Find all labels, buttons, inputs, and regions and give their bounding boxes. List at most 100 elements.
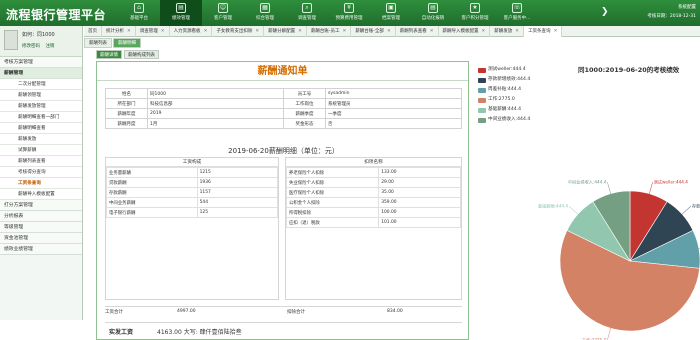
menu-item-score-query[interactable]: 考核得分查询: [0, 167, 82, 178]
tab-import-template[interactable]: 薪酬导入模板配置 ✕: [439, 26, 491, 37]
menu-group-salary[interactable]: 薪酬管理: [0, 68, 82, 79]
table-row: 医疗保险个人扣除 35.00: [285, 187, 461, 198]
field-value: 1月: [147, 118, 284, 129]
menu-group-reports[interactable]: 分析报表: [0, 211, 82, 222]
module-budget[interactable]: ¥ 预算费用管理: [328, 0, 370, 26]
menu-item-import-template[interactable]: 薪酬导入模板配置: [0, 189, 82, 200]
deductions-section: 扣项名称 养老保险个人扣除 133.00 失业保险个人扣除 29.00 医疗保险个人…: [285, 157, 462, 300]
field-label: 薪酬年度: [105, 108, 148, 119]
subtab-salary-detail[interactable]: 薪酬明细: [113, 38, 141, 48]
menu-item-salary-pay-manage[interactable]: 薪酬发放管理: [0, 101, 82, 112]
avatar: [4, 30, 18, 50]
section-header: 工资构成: [106, 158, 278, 167]
tab-child-education[interactable]: 子女教育支出扣除 ✕: [212, 26, 265, 37]
module-general[interactable]: ▦ 综合管理: [244, 0, 286, 26]
table-row: 贷款薪酬 1936: [106, 177, 279, 188]
folder-icon: ▣: [386, 3, 396, 13]
tab-stats[interactable]: 统计分析 ✕: [102, 26, 136, 37]
net-pay-label: 实发工资: [109, 329, 134, 336]
tab-survey[interactable]: 调查管理 ✕: [136, 26, 170, 37]
menu-group-grade[interactable]: 等级管理: [0, 222, 82, 233]
tab-hr-board[interactable]: 人力资源看板 ✕: [170, 26, 213, 37]
menu-item-salary-detail[interactable]: 薪酬明细查看: [0, 123, 82, 134]
field-value: 系统管理员: [325, 98, 462, 109]
close-icon[interactable]: ✕: [161, 29, 165, 34]
close-icon[interactable]: ✕: [298, 29, 302, 34]
slice-label: 中间业绩收入:444.4: [568, 179, 607, 186]
module-survey[interactable]: ⌕ 调查管理: [286, 0, 328, 26]
field-label: 奖金形态: [283, 118, 326, 129]
field-value: 科技信息部: [147, 98, 284, 109]
next-arrow-icon[interactable]: ❯: [601, 7, 609, 17]
menu-item-salary-payment[interactable]: 薪酬发放: [0, 134, 82, 145]
module-reimburse[interactable]: ▤ 自动化报销: [412, 0, 454, 26]
table-row: 薪酬月度 1月 奖金形态否: [105, 118, 462, 129]
module-archive[interactable]: ▣ 档案管理: [370, 0, 412, 26]
table-row: 失业保险个人扣除 29.00: [285, 177, 461, 188]
menu-item-trial-salary[interactable]: 试算薪酬: [0, 145, 82, 156]
sidebar: 如何：同1000 修改密码 注销 考核方案管理 薪酬管理 二次分配管理 薪酬领管…: [0, 26, 83, 320]
deduction-total: 扣除合计 834.00: [287, 309, 403, 315]
deductions-table: 养老保险个人扣除 133.00 失业保险个人扣除 29.00 医疗保险个人扣除 35.…: [285, 167, 461, 228]
subtab-bar: 薪酬列表 薪酬明细: [84, 38, 700, 49]
service-icon: ☏: [512, 3, 522, 13]
menu-item-secondary-allocation[interactable]: 二次分配管理: [0, 79, 82, 90]
close-icon[interactable]: ✕: [554, 29, 558, 34]
users-icon: ☺: [218, 3, 228, 13]
logout-link[interactable]: 注销: [45, 44, 54, 49]
close-icon[interactable]: ✕: [343, 29, 347, 34]
label-leader-line: [607, 182, 612, 196]
subtab-salary-list[interactable]: 薪酬列表: [84, 38, 112, 48]
employee-info-table: 姓名 同1000 员工号 sysadmin 所在部门 科技信息部 工作岗位 系统管理员 薪酬…: [105, 88, 462, 129]
label-leader-line: [568, 205, 580, 216]
close-icon[interactable]: ✕: [430, 29, 434, 34]
inner-tab-bar: 薪酬详情 薪酬构成列表: [96, 50, 161, 59]
menu-group-assessment[interactable]: 考核方案管理: [0, 57, 82, 68]
tab-salary-payment[interactable]: 薪酬发放 ✕: [490, 26, 525, 37]
module-customer[interactable]: ☺ 客户管理: [202, 0, 244, 26]
module-points[interactable]: ★ 客户积分管理: [454, 0, 496, 26]
close-icon[interactable]: ✕: [482, 29, 486, 34]
totals-row: 工资合计 4997.00 扣除合计 834.00: [105, 306, 462, 318]
salary-components-table: 业务量薪酬 1215 贷款薪酬 1936 存款薪酬 1157 中间业务薪酬 544 电子…: [106, 167, 279, 218]
notice-title: 薪酬通知单: [97, 62, 468, 81]
tab-salary-ledger-all[interactable]: 薪酬台账-全部 ✕: [351, 26, 396, 37]
close-icon[interactable]: ✕: [515, 29, 519, 34]
header-meta: 系统配置 考核日期：2018-12-31: [647, 3, 696, 21]
inner-tab-salary-components[interactable]: 薪酬构成列表: [124, 50, 159, 59]
slice-label: 基础薪酬:444.4: [538, 203, 568, 210]
menu-item-payslip-query[interactable]: 工资条查询: [0, 178, 82, 189]
menu-group-scoring[interactable]: 打分方案管理: [0, 200, 82, 211]
change-password-link[interactable]: 修改密码: [22, 44, 40, 49]
inner-tab-salary-details[interactable]: 薪酬详情: [96, 50, 122, 59]
table-row: 所得税扣除 100.00: [285, 207, 461, 218]
module-service[interactable]: ☏ 客户服务中...: [496, 0, 538, 26]
menu-item-salary-claim[interactable]: 薪酬领管理: [0, 90, 82, 101]
tab-salary-ledger-staff[interactable]: 薪酬台账-员工 ✕: [307, 26, 352, 37]
table-row: 业务量薪酬 1215: [106, 167, 279, 178]
tab-payslip-query[interactable]: 工资条查询 ✕: [524, 26, 563, 37]
tab-home[interactable]: 首页: [84, 26, 102, 37]
close-icon[interactable]: ✕: [127, 29, 131, 34]
tab-salary-split[interactable]: 薪酬分解配置 ✕: [264, 26, 307, 37]
user-box: 如何：同1000 修改密码 注销: [0, 26, 82, 57]
budget-icon: ¥: [344, 3, 354, 13]
table-row: 姓名 同1000 员工号 sysadmin: [105, 88, 462, 99]
net-pay-row: 实发工资 4163.00 大写: 肆仟壹佰陆拾叁: [105, 322, 462, 338]
close-icon[interactable]: ✕: [204, 29, 208, 34]
menu-item-salary-dept-detail[interactable]: 薪酬明细查看一部门: [0, 112, 82, 123]
menu-item-salary-list[interactable]: 薪酬列表查看: [0, 156, 82, 167]
tab-bar: 首页 统计分析 ✕ 调查管理 ✕ 人力资源看板 ✕ 子女教育支出扣除 ✕ 薪酬分解配置 ✕…: [84, 26, 700, 37]
system-config[interactable]: 系统配置: [647, 3, 696, 12]
field-label: 薪酬季度: [283, 108, 326, 119]
tab-salary-list[interactable]: 薪酬列表查看 ✕: [396, 26, 439, 37]
close-icon[interactable]: ✕: [387, 29, 391, 34]
module-performance[interactable]: ▤ 绩效管理: [160, 0, 202, 26]
close-icon[interactable]: ✕: [255, 29, 259, 34]
menu-group-performance[interactable]: 绩效业绩管理: [0, 244, 82, 255]
field-label: 薪酬月度: [105, 118, 148, 129]
table-row: 中间业务薪酬 544: [106, 197, 279, 208]
menu-group-fund-pool[interactable]: 资金池管理: [0, 233, 82, 244]
label-leader-line: [680, 205, 692, 216]
module-basic[interactable]: ⌂ 基础平台: [118, 0, 160, 26]
